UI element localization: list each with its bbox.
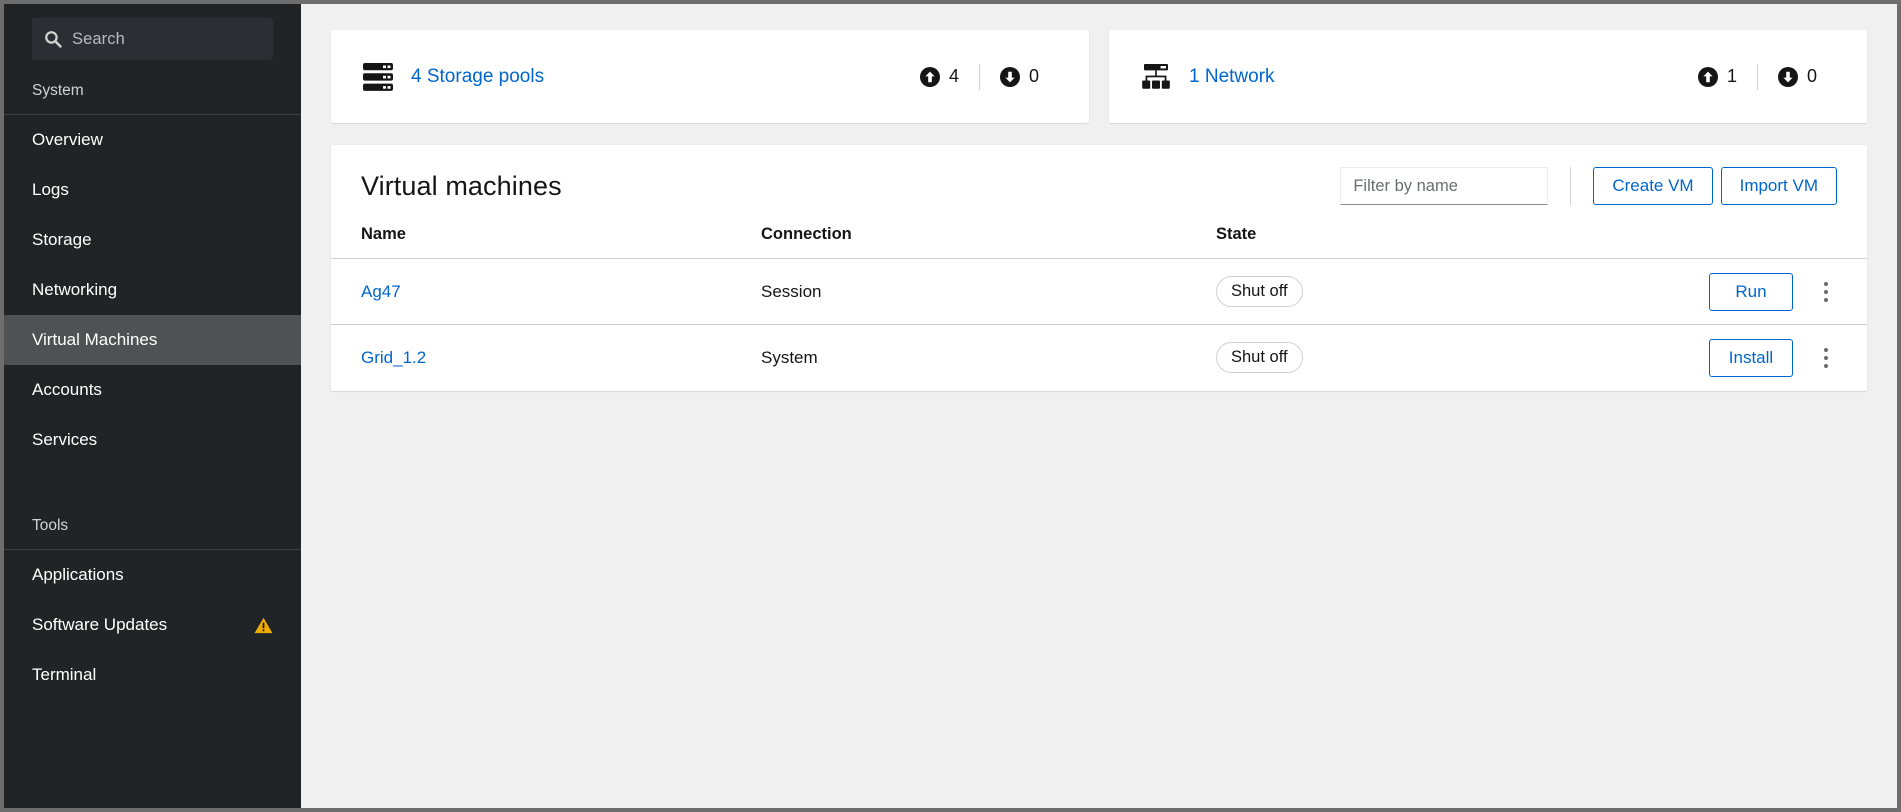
kebab-dot [1824,364,1828,368]
arrow-up-circle-icon [920,67,940,87]
main-content: 4 Storage pools 4 [301,4,1897,808]
run-vm-button[interactable]: Run [1709,273,1793,311]
kebab-dot [1824,282,1828,286]
table-row: Ag47 Session Shut off Run [331,259,1867,325]
toolbar-divider [1570,167,1571,205]
sidebar-item-logs[interactable]: Logs [4,165,301,215]
sidebar-group-system-label: System [4,60,301,115]
network-sitemap-icon [1141,63,1171,91]
sidebar-item-label: Storage [32,230,92,250]
search-icon [44,30,62,48]
table-head: Name Connection State [331,225,1867,259]
status-badge: Shut off [1216,342,1303,373]
sidebar-item-label: Networking [32,280,117,300]
table-row: Grid_1.2 System Shut off Install [331,325,1867,391]
sidebar-item-networking[interactable]: Networking [4,265,301,315]
storage-pools-card: 4 Storage pools 4 [331,30,1089,123]
sidebar-item-services[interactable]: Services [4,415,301,465]
sidebar-item-label: Accounts [32,380,102,400]
cell-state: Shut off [1216,325,1696,391]
table-body: Ag47 Session Shut off Run [331,259,1867,391]
storage-pools-inactive-count: 0 [1029,66,1039,87]
cell-connection: System [761,325,1216,391]
kebab-dot [1824,348,1828,352]
kebab-menu-icon[interactable] [1815,277,1837,307]
column-header-connection: Connection [761,225,1216,259]
networks-active-count: 1 [1727,66,1737,87]
sidebar-item-label: Applications [32,565,124,585]
vm-name-link[interactable]: Grid_1.2 [361,348,426,367]
sidebar-item-label: Logs [32,180,69,200]
virtual-machines-table: Name Connection State Ag47 Session Shut … [331,225,1867,391]
arrow-down-circle-icon [1000,67,1020,87]
networks-inactive-count: 0 [1807,66,1817,87]
arrow-down-circle-icon [1778,67,1798,87]
sidebar-item-overview[interactable]: Overview [4,115,301,165]
app-window: Search System Overview Logs Storage Netw… [4,4,1897,808]
cell-name: Ag47 [331,259,761,325]
sidebar-item-virtual-machines[interactable]: Virtual Machines [4,315,301,365]
import-vm-button[interactable]: Import VM [1721,167,1837,205]
storage-pools-active-stat: 4 [900,66,979,87]
sidebar-item-label: Services [32,430,97,450]
virtual-machines-header: Virtual machines Create VM Import VM [331,145,1867,225]
sidebar-group-tools-label: Tools [4,495,301,550]
sidebar-item-software-updates[interactable]: Software Updates [4,600,301,650]
sidebar-item-terminal[interactable]: Terminal [4,650,301,700]
virtual-machines-toolbar: Create VM Import VM [1340,167,1837,205]
warning-triangle-icon [254,616,273,635]
cell-actions: Install [1696,325,1867,391]
cell-name: Grid_1.2 [331,325,761,391]
storage-pools-stats: 4 0 [900,64,1059,90]
cell-state: Shut off [1216,259,1696,325]
search-input[interactable]: Search [32,18,273,60]
sidebar-item-label: Terminal [32,665,96,685]
storage-pool-icon [363,63,393,91]
page-title: Virtual machines [361,171,1340,202]
networks-card-left: 1 Network [1141,63,1678,91]
sidebar-group-spacer [4,465,301,495]
install-vm-button[interactable]: Install [1709,339,1793,377]
column-header-actions [1696,225,1867,259]
vm-name-link[interactable]: Ag47 [361,282,401,301]
cell-connection: Session [761,259,1216,325]
networks-active-stat: 1 [1678,66,1757,87]
networks-link[interactable]: 1 Network [1189,66,1275,88]
networks-card: 1 Network 1 [1109,30,1867,123]
table-header-row: Name Connection State [331,225,1867,259]
virtual-machines-card: Virtual machines Create VM Import VM Nam… [331,145,1867,391]
sidebar-item-label: Overview [32,130,103,150]
sidebar-item-storage[interactable]: Storage [4,215,301,265]
storage-pools-link[interactable]: 4 Storage pools [411,66,544,88]
kebab-dot [1824,290,1828,294]
kebab-menu-icon[interactable] [1815,343,1837,373]
sidebar-item-label: Software Updates [32,615,167,635]
sidebar-item-accounts[interactable]: Accounts [4,365,301,415]
kebab-dot [1824,298,1828,302]
status-badge: Shut off [1216,276,1303,307]
sidebar-item-applications[interactable]: Applications [4,550,301,600]
resource-cards-row: 4 Storage pools 4 [331,30,1867,123]
row-actions: Install [1696,339,1837,377]
create-vm-button[interactable]: Create VM [1593,167,1712,205]
storage-pools-active-count: 4 [949,66,959,87]
arrow-up-circle-icon [1698,67,1718,87]
kebab-dot [1824,356,1828,360]
cell-actions: Run [1696,259,1867,325]
networks-inactive-stat: 0 [1758,66,1837,87]
column-header-state: State [1216,225,1696,259]
sidebar: Search System Overview Logs Storage Netw… [4,4,301,808]
row-actions: Run [1696,273,1837,311]
search-placeholder: Search [72,30,125,49]
sidebar-search-wrap: Search [4,4,301,60]
column-header-name: Name [331,225,761,259]
networks-stats: 1 0 [1678,64,1837,90]
storage-pools-inactive-stat: 0 [980,66,1059,87]
storage-pools-card-left: 4 Storage pools [363,63,900,91]
sidebar-item-label: Virtual Machines [32,330,157,350]
filter-by-name-input[interactable] [1340,167,1548,205]
